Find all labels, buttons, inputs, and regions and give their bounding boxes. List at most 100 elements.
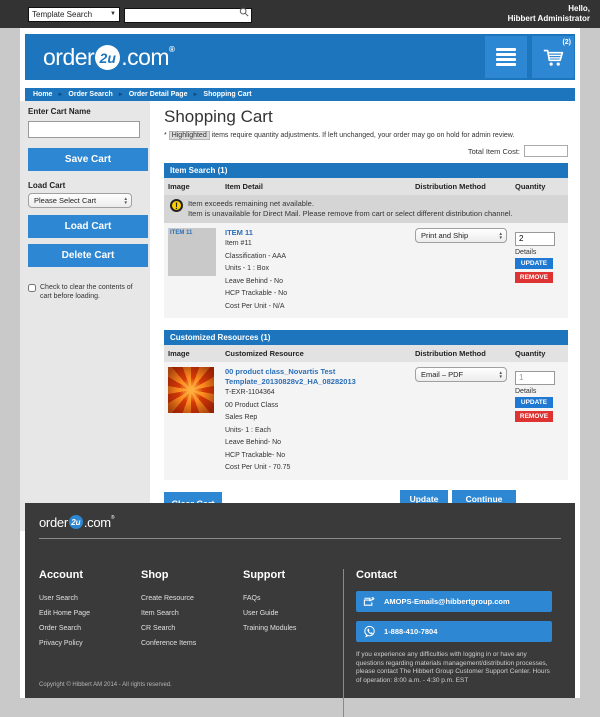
item-detail-line: Cost Per Unit - N/A — [225, 301, 407, 314]
item-distribution-select[interactable]: Print and Ship ▲▼ — [415, 228, 507, 243]
footer-column-shop: Shop Create ResourceItem SearchCR Search… — [141, 569, 243, 717]
item-details-link[interactable]: Details — [515, 249, 564, 256]
footer-link[interactable]: Privacy Policy — [39, 636, 141, 651]
logo-text-com: .com — [121, 44, 169, 70]
cart-name-input[interactable] — [28, 121, 140, 138]
save-cart-button[interactable]: Save Cart — [28, 148, 148, 171]
notice-asterisk: * — [164, 132, 167, 139]
item-search-section-header: Item Search (1) — [164, 163, 568, 178]
footer-account-links: User SearchEdit Home PageOrder SearchPri… — [39, 591, 141, 651]
site-header: order 2u .com ® (2) — [25, 34, 575, 80]
breadcrumb-separator-icon: ► — [118, 92, 124, 98]
footer-shop-links: Create ResourceItem SearchCR SearchConfe… — [141, 591, 243, 651]
clear-cart-checkbox-label: Check to clear the contents of cart befo… — [40, 283, 146, 301]
footer-link[interactable]: User Guide — [243, 606, 343, 621]
hamburger-icon — [496, 48, 516, 66]
footer-column-contact: Contact AMOPS-Emails@hibbertgroup.com — [356, 569, 561, 717]
notice-text: items require quantity adjustments. If l… — [212, 132, 515, 139]
item-search-table: Item Search (1) Image Item Detail Distri… — [164, 163, 568, 318]
footer-link[interactable]: Item Search — [141, 606, 243, 621]
footer-divider — [39, 538, 561, 539]
item-remove-button[interactable]: REMOVE — [515, 272, 553, 283]
total-item-cost-input[interactable] — [524, 145, 568, 157]
breadcrumb-item-home[interactable]: Home — [33, 91, 52, 98]
load-cart-button[interactable]: Load Cart — [28, 215, 148, 238]
enter-cart-name-label: Enter Cart Name — [28, 107, 146, 116]
footer-link[interactable]: Training Modules — [243, 621, 343, 636]
resource-distribution-value: Email – PDF — [421, 370, 463, 379]
footer-support-links: FAQsUser GuideTraining Modules — [243, 591, 343, 636]
item-detail-line: Item #11 — [225, 238, 407, 251]
chevron-down-icon: ▼ — [110, 11, 116, 17]
contact-email-button[interactable]: AMOPS-Emails@hibbertgroup.com — [356, 591, 552, 612]
customized-resource-row: 00 product class_Novartis Test Template_… — [164, 362, 568, 480]
resource-detail-line: HCP Trackable- No — [225, 450, 407, 463]
footer-link[interactable]: FAQs — [243, 591, 343, 606]
resource-distribution-select[interactable]: Email – PDF ▲▼ — [415, 367, 507, 382]
col-image: Image — [164, 345, 221, 362]
footer-link[interactable]: Conference Items — [141, 636, 243, 651]
footer-link[interactable]: Order Search — [39, 621, 141, 636]
page: Template Search ▼ Hello, Hibbert Adminis… — [0, 0, 600, 698]
cart-count-badge: (2) — [562, 39, 571, 46]
item-detail-line: HCP Trackable - No — [225, 288, 407, 301]
user-greeting: Hello, Hibbert Administrator — [508, 4, 590, 24]
body-region: Enter Cart Name Save Cart Load Cart Plea… — [20, 101, 580, 531]
top-bar: Template Search ▼ Hello, Hibbert Adminis… — [0, 0, 600, 28]
footer-link[interactable]: Create Resource — [141, 591, 243, 606]
resource-title-link[interactable]: 00 product class_Novartis Test Template_… — [225, 367, 385, 387]
breadcrumb-separator-icon: ► — [57, 92, 63, 98]
item-title-link[interactable]: ITEM 11 — [225, 228, 385, 238]
highlight-notice: * Highlighted items require quantity adj… — [164, 132, 568, 139]
col-distribution-method: Distribution Method — [411, 178, 511, 195]
logo-circle-2u: 2u — [95, 45, 120, 70]
footer-support-title: Support — [243, 569, 343, 581]
customized-resources-table: Customized Resources (1) Image Customize… — [164, 330, 568, 480]
load-cart-select[interactable]: Please Select Cart ▲▼ — [28, 193, 132, 208]
warning-icon: ! — [170, 199, 183, 212]
total-item-cost-row: Total Item Cost: — [164, 145, 568, 157]
clear-cart-checkbox[interactable] — [28, 284, 36, 292]
logo-circle-2u: 2u — [69, 515, 83, 529]
select-stepper-icon: ▲▼ — [499, 232, 504, 238]
delete-cart-button[interactable]: Delete Cart — [28, 244, 148, 267]
resource-detail-line: Units- 1 : Each — [225, 425, 407, 438]
item-update-button[interactable]: UPDATE — [515, 258, 553, 269]
footer-support-text: If you experience any difficulties with … — [356, 651, 556, 685]
footer-link[interactable]: CR Search — [141, 621, 243, 636]
col-customized-resource: Customized Resource — [221, 345, 411, 362]
item-search-column-headers: Image Item Detail Distribution Method Qu… — [164, 178, 568, 195]
breadcrumb-item-order-detail[interactable]: Order Detail Page — [129, 91, 188, 98]
warning-line-1: Item exceeds remaining net available. — [188, 199, 513, 209]
contact-phone-text: 1-888-410-7804 — [384, 627, 437, 636]
resource-thumbnail-image[interactable] — [168, 367, 214, 413]
breadcrumb-separator-icon: ► — [192, 92, 198, 98]
menu-button[interactable] — [485, 36, 527, 78]
page-container: order 2u .com ® (2) — [20, 28, 580, 698]
resource-quantity-input[interactable] — [515, 371, 555, 385]
footer-vertical-divider — [343, 569, 344, 717]
breadcrumb-item-shopping-cart[interactable]: Shopping Cart — [203, 91, 251, 98]
load-cart-label: Load Cart — [28, 181, 146, 190]
contact-phone-button[interactable]: 1-888-410-7804 — [356, 621, 552, 642]
site-logo[interactable]: order 2u .com ® — [43, 44, 175, 70]
item-quantity-input[interactable] — [515, 232, 555, 246]
item-detail-line: Leave Behind - No — [225, 276, 407, 289]
footer-link[interactable]: Edit Home Page — [39, 606, 141, 621]
shopping-cart-icon — [540, 44, 566, 70]
resource-remove-button[interactable]: REMOVE — [515, 411, 553, 422]
resource-detail-line: 00 Product Class — [225, 400, 407, 413]
item-image-placeholder[interactable]: ITEM 11 — [168, 228, 216, 276]
col-quantity: Quantity — [511, 178, 568, 195]
search-type-select[interactable]: Template Search ▼ — [28, 7, 120, 22]
search-icon[interactable] — [239, 7, 249, 17]
cart-button[interactable]: (2) — [532, 36, 574, 78]
resource-details-link[interactable]: Details — [515, 388, 564, 395]
breadcrumb-item-order-search[interactable]: Order Search — [68, 91, 112, 98]
footer-link[interactable]: User Search — [39, 591, 141, 606]
col-quantity: Quantity — [511, 345, 568, 362]
col-distribution-method: Distribution Method — [411, 345, 511, 362]
resource-update-button[interactable]: UPDATE — [515, 397, 553, 408]
logo-text-order: order — [43, 44, 94, 70]
global-search-input[interactable] — [124, 8, 252, 23]
